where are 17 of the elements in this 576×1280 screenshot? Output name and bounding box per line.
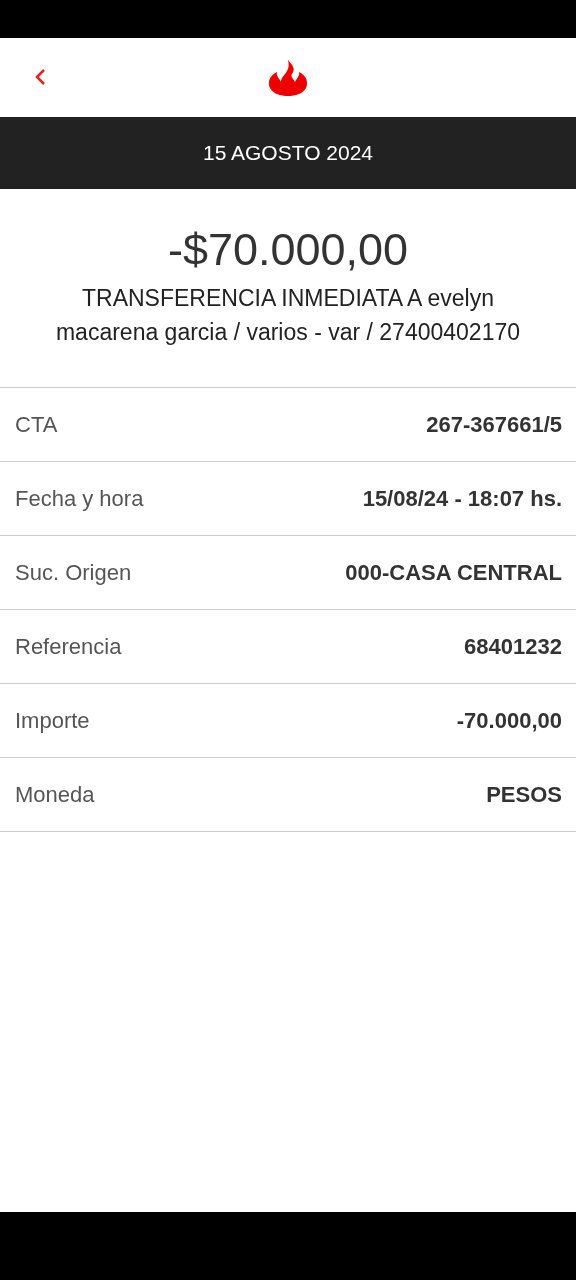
detail-label: CTA [15, 411, 58, 438]
detail-value: -70.000,00 [456, 707, 562, 734]
detail-value: 267-367661/5 [426, 411, 562, 438]
detail-value: 15/08/24 - 18:07 hs. [362, 485, 562, 512]
back-icon [34, 68, 46, 86]
detail-label: Fecha y hora [15, 485, 144, 512]
detail-label: Referencia [15, 633, 122, 660]
detail-label: Moneda [15, 781, 95, 808]
detail-value: 68401232 [464, 633, 562, 660]
date-title: 15 AGOSTO 2024 [202, 141, 374, 165]
flame-logo-icon [268, 59, 308, 96]
detail-label: Importe [15, 707, 90, 734]
detail-value: 000-CASA CENTRAL [345, 559, 562, 586]
detail-value: PESOS [486, 781, 562, 808]
amount: -$70.000,00 [167, 223, 409, 277]
detail-label: Suc. Origen [15, 559, 132, 586]
description: TRANSFERENCIA INMEDIATA A evelyn macarena garcia / varios - var / 27400402170 [54, 284, 522, 347]
